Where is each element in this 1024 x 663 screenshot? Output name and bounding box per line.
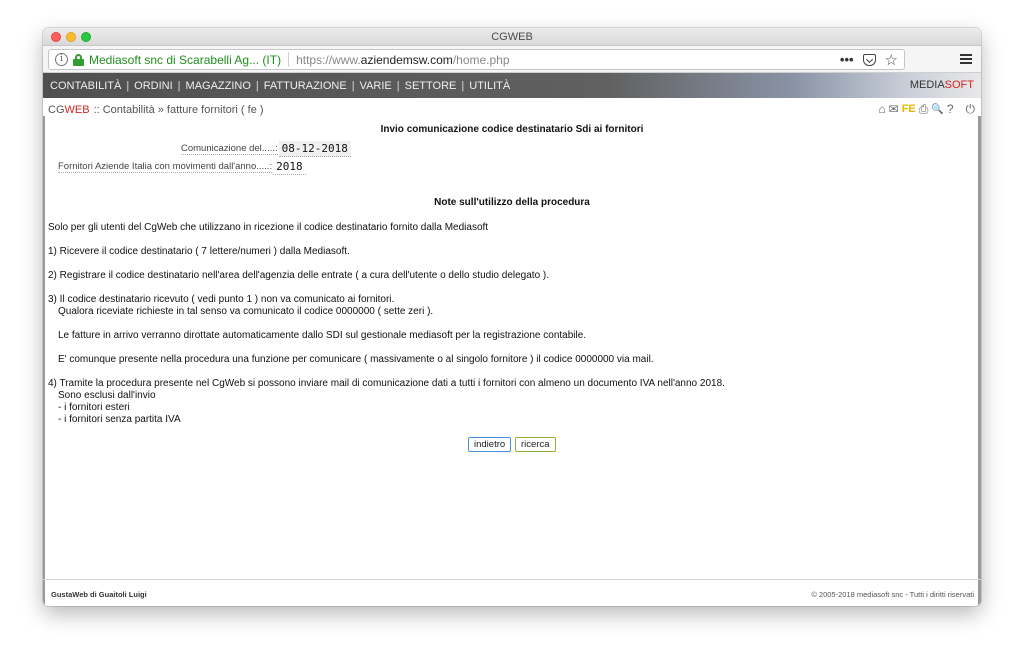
url-text[interactable]: https://www.aziendemsw.com/home.php [296,53,509,67]
fe-icon[interactable]: FE [902,103,916,116]
anno-label: Fornitori Aziende Italia con movimenti d… [58,161,273,173]
anno-field[interactable]: 2018 [273,159,306,175]
footer: GustaWeb di Guaitoli Luigi © 2005-2018 m… [43,579,981,606]
hamburger-menu-icon[interactable] [960,54,972,64]
pocket-icon[interactable] [862,53,876,66]
notes-title: Note sull'utilizzo della procedura [434,197,590,208]
right-frame-border [978,116,981,606]
field-row-anno: Fornitori Aziende Italia con movimenti d… [58,159,306,175]
note-4b: Sono esclusi dall'invio [58,390,156,401]
comunicazione-date-field[interactable]: 08-12-2018 [278,141,351,157]
nav-item-magazzino[interactable]: MAGAZZINO [186,80,251,92]
main-nav: CONTABILITÀ | ORDINI | MAGAZZINO | FATTURAZION… [43,73,981,98]
mail-icon[interactable]: ✉ [889,103,899,116]
search-button[interactable]: ricerca [515,437,556,452]
brand-part2: SOFT [944,79,974,91]
nav-item-fatturazione[interactable]: FATTURAZIONE [264,80,347,92]
app-logo[interactable]: CGWEB [48,104,90,116]
url-prefix: https://www. [296,52,361,67]
url-actions: ••• ☆ [840,51,904,69]
footer-copyright: © 2005-2018 mediasoft snc - Tutti i diri… [811,590,974,599]
window-title: CGWEB [491,31,533,43]
url-separator [288,52,290,67]
info-icon[interactable]: i [55,53,68,66]
print-icon[interactable]: ⎙ [919,103,929,116]
search-icon[interactable]: 🔍 [931,103,943,116]
nav-item-settore[interactable]: SETTORE [405,80,457,92]
nav-items: CONTABILITÀ | ORDINI | MAGAZZINO | FATTURAZION… [43,80,510,92]
brand-logo: MEDIASOFT [910,79,974,91]
note-4a: 4) Tramite la procedura presente nel CgW… [48,378,725,389]
nav-separator: | [126,79,130,92]
nav-item-ordini[interactable]: ORDINI [134,80,173,92]
note-4c: - i fornitori esteri [58,402,130,413]
logo-part1: CG [48,103,65,116]
address-bar[interactable]: i Mediasoft snc di Scarabelli Ag... (IT)… [48,49,905,70]
nav-item-varie[interactable]: VARIE [360,80,392,92]
nav-separator: | [461,79,465,92]
back-button[interactable]: indietro [468,437,512,452]
note-3d: E' comunque presente nella procedura una… [58,354,654,365]
note-1: 1) Ricevere il codice destinatario ( 7 l… [48,246,350,257]
minimize-window-button[interactable] [66,32,76,42]
bookmark-star-icon[interactable]: ☆ [885,51,898,69]
brand-part1: MEDIA [909,79,945,91]
note-4d: - i fornitori senza partita IVA [58,414,181,425]
breadcrumb-path: :: Contabilità » fatture fornitori ( fe … [93,103,264,116]
nav-item-contabilit[interactable]: CONTABILITÀ [50,80,121,92]
window-controls [51,32,91,42]
left-frame-border [43,116,45,606]
zoom-window-button[interactable] [81,32,91,42]
logo-part2: WEB [64,103,90,116]
note-2: 2) Registrare il codice destinatario nel… [48,270,550,281]
main-content: Invio comunicazione codice destinatario … [43,124,981,584]
nav-item-utilit[interactable]: UTILITÀ [469,80,510,92]
browser-toolbar: i Mediasoft snc di Scarabelli Ag... (IT)… [43,46,981,73]
home-icon[interactable]: ⌂ [878,103,885,116]
page-title: Invio comunicazione codice destinatario … [380,124,644,135]
url-path: /home.php [452,52,510,67]
nav-separator: | [351,79,355,92]
url-domain: aziendemsw.com [360,52,453,67]
note-3b: Qualora riceviate richieste in tal senso… [58,306,434,317]
note-3a: 3) Il codice destinatario ricevuto ( ved… [48,294,395,305]
footer-credit: GustaWeb di Guaitoli Luigi [51,590,147,599]
browser-window: CGWEB i Mediasoft snc di Scarabelli Ag..… [43,28,981,606]
field-row-comunicazione: Comunicazione del.....: 08-12-2018 [181,141,351,157]
intro-text: Solo per gli utenti del CgWeb che utiliz… [48,222,489,233]
power-icon[interactable]: ⏻ [966,103,976,116]
toolbar-icons: ⌂ ✉ FE ⎙ 🔍 ? ⏻ [878,103,975,116]
close-window-button[interactable] [51,32,61,42]
nav-separator: | [396,79,400,92]
note-3c: Le fatture in arrivo verranno dirottate … [58,330,587,341]
lock-icon [73,53,84,66]
site-identity[interactable]: Mediasoft snc di Scarabelli Ag... (IT) [89,53,281,67]
more-actions-icon[interactable]: ••• [840,52,854,67]
nav-separator: | [255,79,259,92]
title-bar: CGWEB [43,28,981,46]
help-icon[interactable]: ? [947,103,954,116]
comunicazione-label: Comunicazione del.....: [181,143,278,155]
nav-separator: | [177,79,181,92]
breadcrumb: CGWEB :: Contabilità » fatture fornitori… [43,98,981,121]
